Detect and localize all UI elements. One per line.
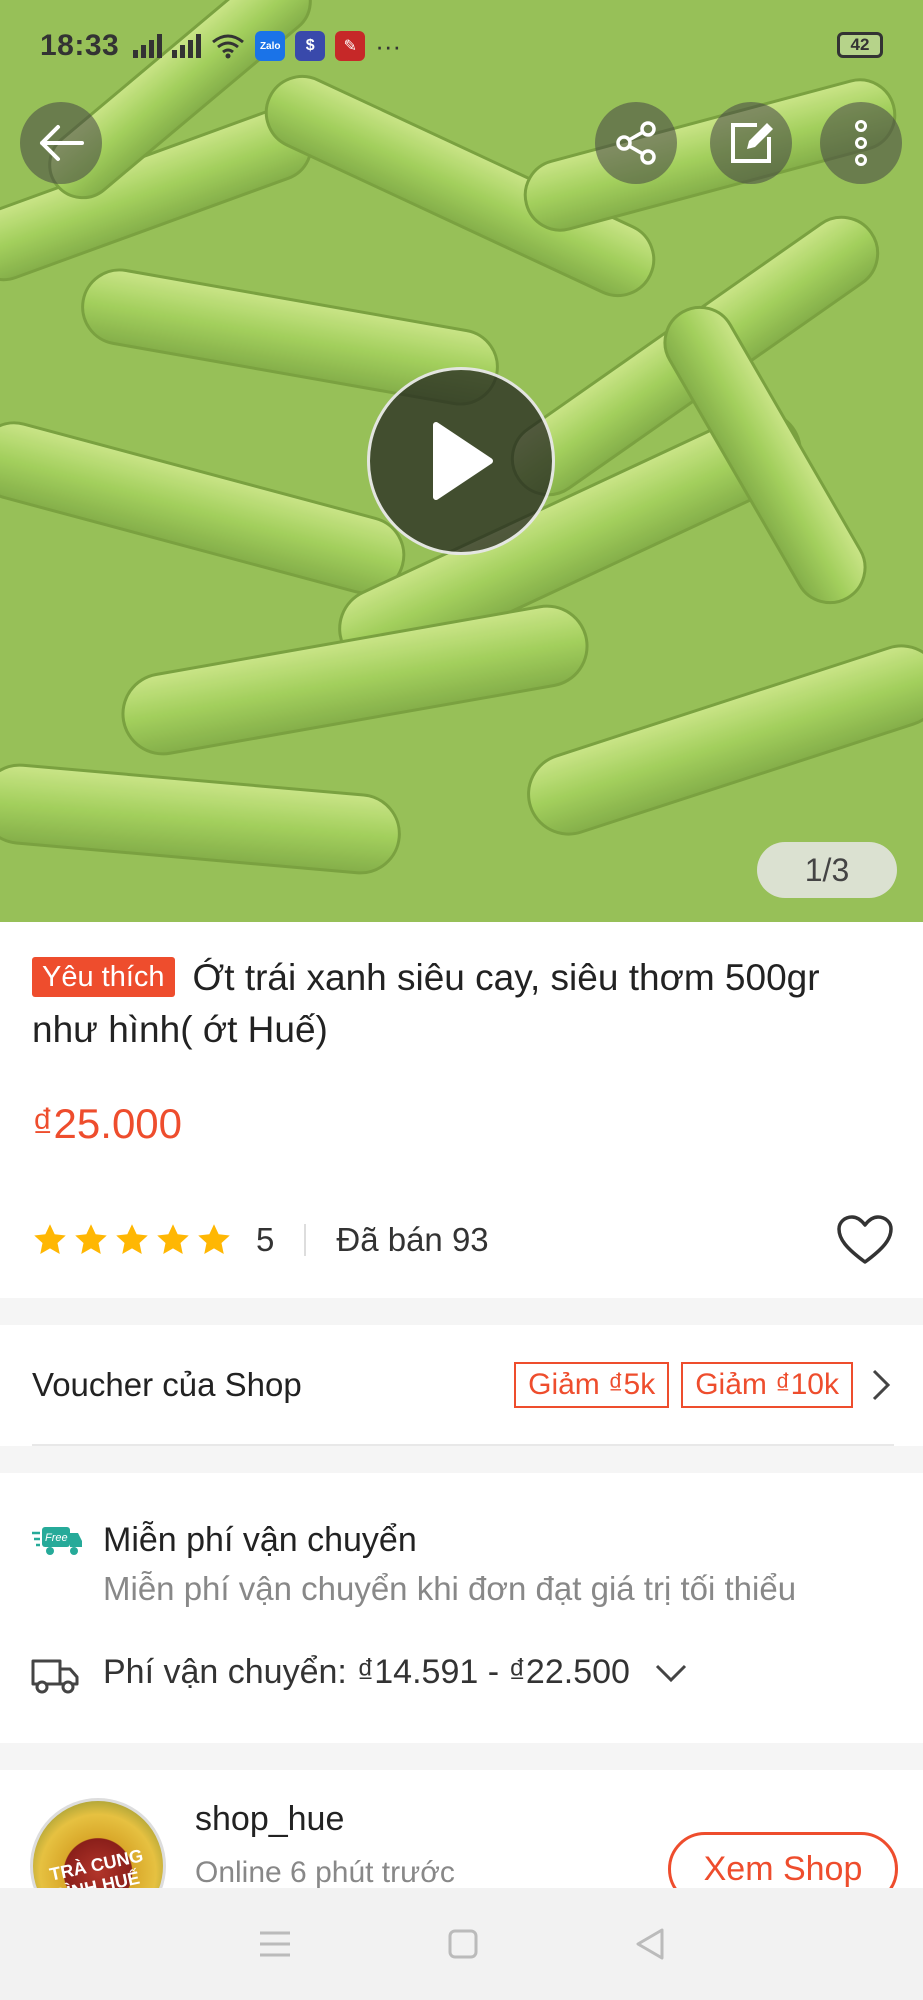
home-icon[interactable] <box>447 1928 479 1960</box>
product-image-carousel[interactable]: 18:33 Zalo $ ✎ ··· 42 1/3 <box>0 0 923 922</box>
signal-2-icon <box>172 34 202 58</box>
chevron-right-icon <box>872 1369 891 1401</box>
rating-row: 5 Đã bán 93 <box>32 1210 894 1270</box>
zalo-icon: Zalo <box>255 31 286 61</box>
shop-name[interactable]: shop_hue <box>195 1800 344 1839</box>
shop-section: TRÀ CUNG ĐÌNH HUẾ shop_hue Online 6 phút… <box>0 1770 923 1934</box>
star-icon <box>116 1224 148 1254</box>
battery-icon: 42 <box>837 32 883 58</box>
voucher-label: Voucher của Shop <box>32 1366 302 1403</box>
product-price: ₫25.000 <box>32 1100 183 1147</box>
section-gap <box>0 1298 923 1325</box>
star-icon <box>198 1224 230 1254</box>
voucher-tag[interactable]: Giảm ₫5k <box>514 1362 670 1408</box>
notes-app-icon: ✎ <box>335 31 366 61</box>
star-icon <box>34 1224 66 1254</box>
section-gap <box>0 1743 923 1770</box>
chevron-down-icon[interactable] <box>654 1663 688 1683</box>
status-bar: 18:33 Zalo $ ✎ ··· 42 <box>0 0 923 92</box>
more-vertical-icon <box>855 120 867 166</box>
sold-count: Đã bán 93 <box>336 1221 489 1258</box>
more-options-button[interactable] <box>820 102 902 184</box>
shop-voucher-row[interactable]: Voucher của Shop Giảm ₫5k Giảm ₫10k <box>0 1325 923 1445</box>
menu-icon[interactable] <box>258 1930 292 1958</box>
image-counter: 1/3 <box>757 842 897 898</box>
free-shipping-description: Miễn phí vận chuyển khi đơn đạt giá trị … <box>103 1570 797 1607</box>
edit-button[interactable] <box>710 102 792 184</box>
system-navigation-bar <box>0 1888 923 2000</box>
voucher-tag[interactable]: Giảm ₫10k <box>681 1362 853 1408</box>
free-badge-text: Free <box>45 1532 68 1544</box>
free-shipping-title: Miễn phí vận chuyển <box>103 1521 417 1559</box>
favorite-badge: Yêu thích <box>32 957 175 997</box>
heart-icon[interactable] <box>836 1214 894 1266</box>
signal-icon <box>133 34 163 58</box>
section-gap <box>0 1446 923 1473</box>
divider <box>304 1224 307 1256</box>
play-video-button[interactable] <box>367 367 555 555</box>
arrow-left-icon <box>40 125 84 161</box>
shipping-fee-row[interactable]: Phí vận chuyển: ₫14.591 - ₫22.500 <box>103 1653 688 1692</box>
share-icon <box>616 121 656 165</box>
wifi-icon <box>212 34 245 59</box>
share-button[interactable] <box>595 102 677 184</box>
star-icon <box>75 1224 107 1254</box>
shipping-section: Free Miễn phí vận chuyển Miễn phí vận ch… <box>0 1473 923 1743</box>
wallet-app-icon: $ <box>295 31 326 61</box>
status-time: 18:33 <box>40 29 120 62</box>
truck-icon <box>31 1659 79 1694</box>
rating-value: 5 <box>256 1221 275 1258</box>
back-nav-icon[interactable] <box>634 1927 666 1961</box>
rating-stars <box>32 1222 232 1258</box>
play-icon <box>433 422 493 500</box>
back-button[interactable] <box>20 102 102 184</box>
edit-icon <box>731 123 773 163</box>
free-shipping-icon: Free <box>32 1527 82 1555</box>
shop-online-status: Online 6 phút trước <box>195 1856 455 1889</box>
shipping-fee-label: Phí vận chuyển: <box>103 1653 347 1691</box>
star-icon <box>157 1224 189 1254</box>
product-title-block: Yêu thích Ớt trái xanh siêu cay, siêu thơ… <box>32 952 892 1056</box>
shipping-fee-value: ₫14.591 - ₫22.500 <box>356 1653 630 1691</box>
more-notifications-icon: ··· <box>375 30 402 61</box>
